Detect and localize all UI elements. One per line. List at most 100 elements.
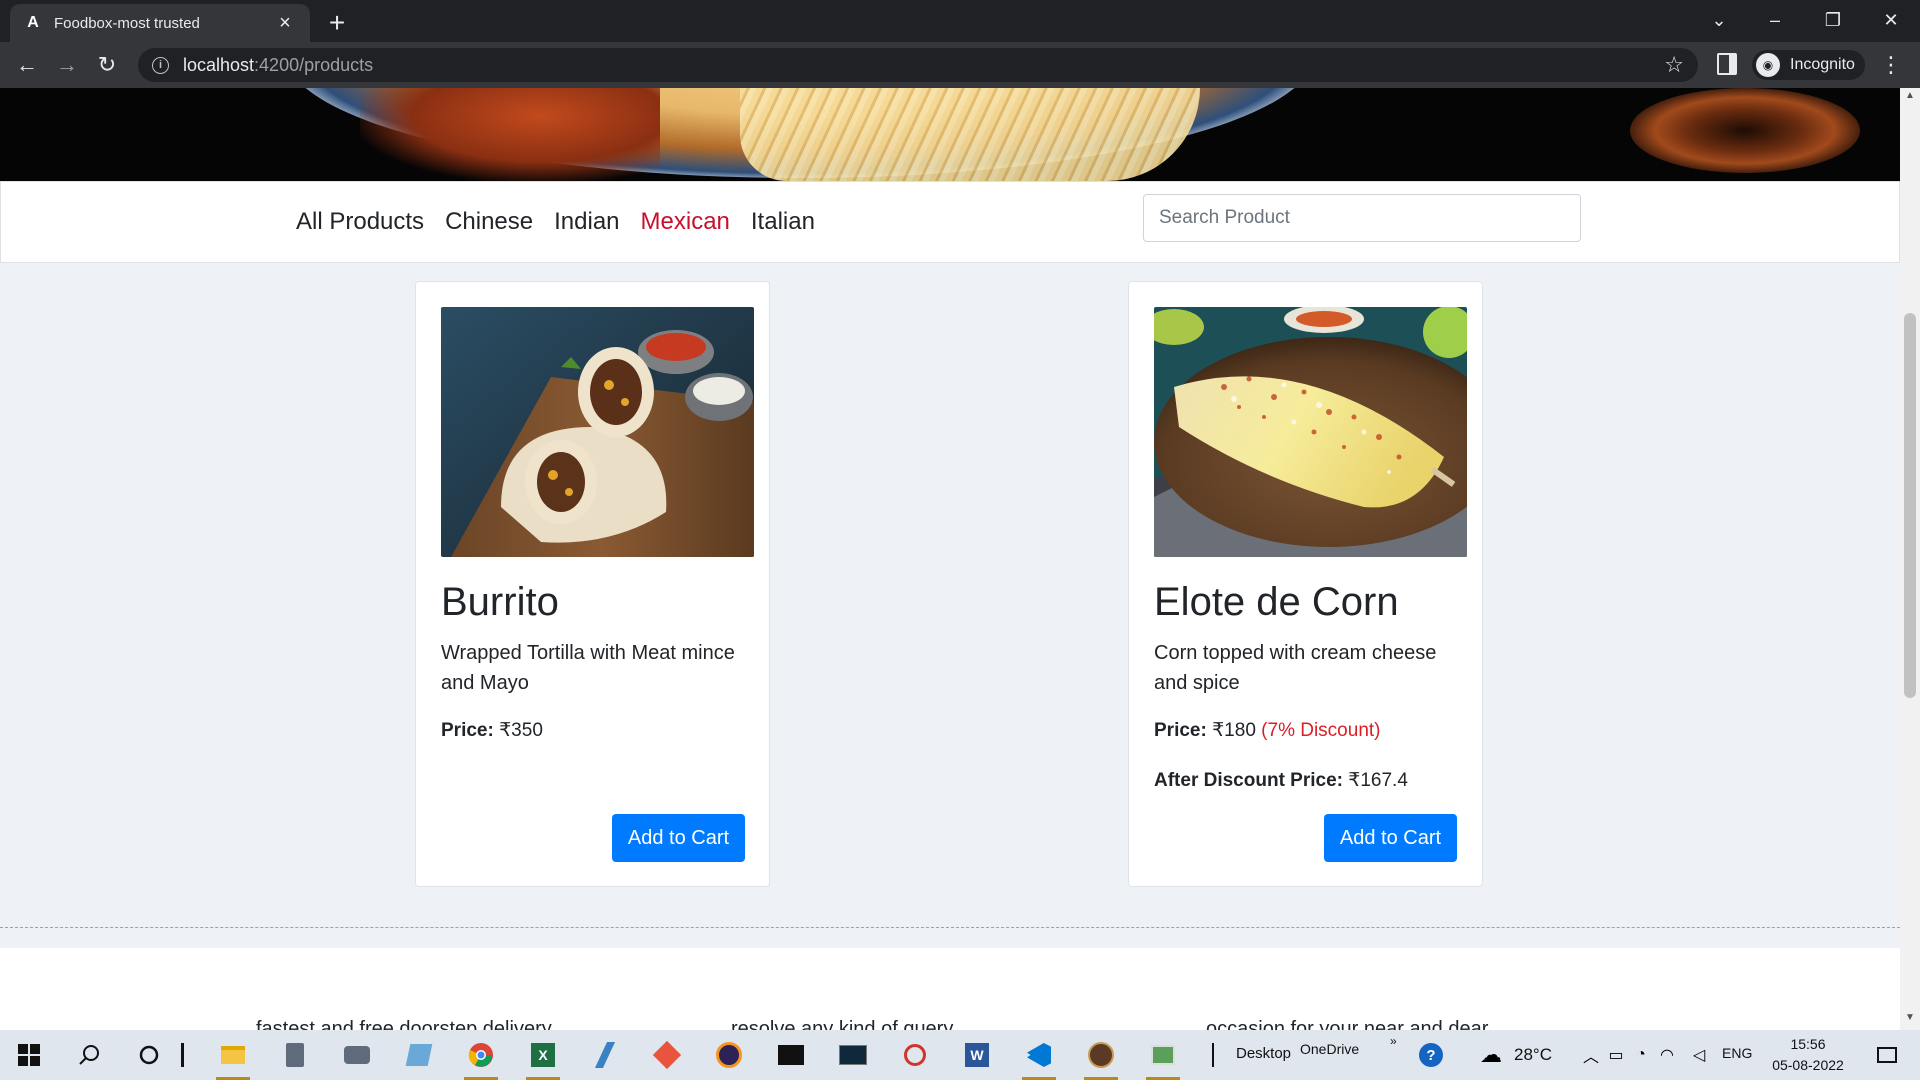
nav-mexican[interactable]: Mexican [641,208,730,236]
scroll-down-icon[interactable]: ▼ [1900,1012,1920,1028]
product-title: Elote de Corn [1154,580,1399,624]
bread-graphic [1630,88,1860,173]
snipping-tool-icon[interactable] [890,1030,940,1080]
price-line: Price: ₹180 (7% Discount) [1154,719,1381,742]
page-viewport: All Products Chinese Indian Mexican Ital… [0,88,1900,1030]
file-explorer-icon[interactable] [208,1030,258,1080]
add-to-cart-button[interactable]: Add to Cart [612,814,745,862]
after-discount-value: ₹167.4 [1348,770,1408,791]
search-icon[interactable] [64,1030,114,1080]
hero-banner-image [0,88,1900,181]
angular-favicon-icon: A [27,14,39,31]
onedrive-label[interactable]: OneDrive [1300,1041,1359,1057]
vscode-icon[interactable] [1014,1030,1064,1080]
browser-toolbar: ← → ↻ i localhost:4200/products ☆ ◉ Inco… [0,42,1920,88]
windows-start-icon[interactable] [4,1030,54,1080]
product-card: Elote de Corn Corn topped with cream che… [1128,281,1483,887]
restore-icon[interactable]: ❐ [1808,0,1858,40]
price-value: ₹350 [499,720,543,741]
git-icon[interactable] [642,1030,692,1080]
weather-icon[interactable]: ☁ [1466,1030,1516,1080]
profile-label: Incognito [1790,56,1855,73]
scroll-up-icon[interactable]: ▲ [1900,90,1920,106]
eclipse-icon[interactable] [704,1030,754,1080]
camera-icon[interactable] [332,1030,382,1080]
category-links: All Products Chinese Indian Mexican Ital… [296,208,815,236]
forward-icon[interactable]: → [52,50,82,80]
postman-icon[interactable] [580,1030,630,1080]
notepad-icon[interactable] [394,1030,444,1080]
browser-tab-bar: A Foodbox-most trusted × + ⌄ – ❐ ✕ [0,0,1920,42]
chrome-icon[interactable] [456,1030,506,1080]
language-indicator[interactable]: ENG [1722,1045,1752,1061]
elote-image [1154,307,1467,557]
reload-icon[interactable]: ↻ [92,50,122,80]
nav-all-products[interactable]: All Products [296,208,424,236]
close-window-icon[interactable]: ✕ [1866,0,1916,40]
browser-tab[interactable]: A Foodbox-most trusted × [10,4,310,42]
features-section: fastest and free doorstep delivery resol… [0,948,1900,1030]
back-icon[interactable]: ← [12,50,42,80]
browser-menu-icon[interactable]: ⋮ [1880,52,1902,78]
feature-text: resolve any kind of query [731,1018,954,1030]
add-to-cart-button[interactable]: Add to Cart [1324,814,1457,862]
clock-time: 15:56 [1790,1036,1826,1052]
product-description: Corn topped with cream cheese and spice [1154,642,1437,694]
discount-badge: (7% Discount) [1261,720,1381,741]
volume-icon[interactable]: ◁ [1674,1030,1724,1080]
clock-date: 05-08-2022 [1772,1057,1844,1073]
task-view-icon[interactable] [172,1030,192,1080]
price-line: Price: ₹350 [441,719,543,742]
nav-chinese[interactable]: Chinese [445,208,533,236]
price-value: ₹180 [1212,720,1256,741]
windows-taskbar: X W Desktop OneDrive » ? ☁ 28°C ︿ ▭ ◔ ◠ … [0,1030,1920,1080]
category-navbar: All Products Chinese Indian Mexican Ital… [0,181,1900,263]
incognito-icon: ◉ [1756,53,1780,77]
notifications-icon[interactable] [1862,1030,1912,1080]
temperature: 28°C [1514,1045,1552,1064]
nav-indian[interactable]: Indian [554,208,619,236]
site-info-icon[interactable]: i [152,56,169,74]
section-divider [0,927,1900,928]
app-badge-icon[interactable] [1076,1030,1126,1080]
price-label: Price: [1154,720,1207,741]
burrito-image [441,307,754,557]
help-icon[interactable]: ? [1406,1030,1456,1080]
mysql-workbench-icon[interactable] [828,1030,878,1080]
address-bar[interactable]: i localhost:4200/products ☆ [138,48,1698,82]
nav-italian[interactable]: Italian [751,208,815,236]
price-label: Price: [441,720,494,741]
product-description: Wrapped Tortilla with Meat mince and May… [441,642,735,694]
photos-icon[interactable] [1138,1030,1188,1080]
tab-close-icon[interactable]: × [274,12,296,34]
feature-text: occasion for your near and dear [1206,1018,1489,1030]
cortana-icon[interactable] [124,1030,174,1080]
page-scrollbar[interactable]: ▲ ▼ [1900,88,1920,1030]
word-icon[interactable]: W [952,1030,1002,1080]
excel-icon[interactable]: X [518,1030,568,1080]
sauce-graphic [360,88,660,181]
after-discount-line: After Discount Price: ₹167.4 [1154,769,1408,792]
desktop-separator-icon [1208,1030,1218,1080]
product-card: Burrito Wrapped Tortilla with Meat mince… [415,281,770,887]
product-title: Burrito [441,580,559,624]
calculator-icon[interactable] [270,1030,320,1080]
incognito-profile-button[interactable]: ◉ Incognito [1752,50,1865,80]
tab-title: Foodbox-most trusted [54,14,200,32]
side-panel-icon[interactable] [1717,53,1737,75]
toolbar-overflow-icon[interactable]: » [1390,1034,1397,1048]
search-input[interactable] [1143,194,1581,242]
system-clock[interactable]: 15:56 05-08-2022 [1768,1034,1848,1076]
after-discount-label: After Discount Price: [1154,770,1343,791]
minimize-icon[interactable]: – [1750,0,1800,40]
noodles-graphic [740,88,1200,181]
bookmark-star-icon[interactable]: ☆ [1664,52,1684,78]
tab-search-icon[interactable]: ⌄ [1694,0,1744,40]
url-path: :4200/products [254,54,374,75]
feature-text: fastest and free doorstep delivery [256,1018,552,1030]
scrollbar-thumb[interactable] [1904,313,1916,698]
desktop-toolbar-label[interactable]: Desktop [1236,1045,1291,1062]
url-host: localhost [183,54,255,75]
new-tab-icon[interactable]: + [322,7,352,38]
terminal-icon[interactable] [766,1030,816,1080]
